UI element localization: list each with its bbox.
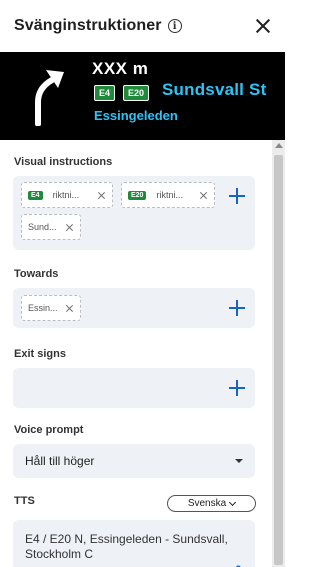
chip-shield: E4 bbox=[28, 190, 43, 200]
preview-shields: E4 E20 bbox=[94, 85, 150, 101]
form-scroll-area: Visual instructions E4 riktni... E20 rik… bbox=[0, 140, 285, 567]
tts-text: E4 / E20 N, Essingeleden - Sundsvall, St… bbox=[25, 532, 228, 561]
add-exit-sign-icon[interactable] bbox=[229, 380, 245, 396]
towards-chip[interactable]: Essin... bbox=[21, 295, 81, 321]
tts-language-value: Svenska bbox=[187, 498, 227, 509]
visual-instructions-label: Visual instructions bbox=[14, 156, 113, 168]
chip-text: riktni... bbox=[52, 190, 80, 200]
scroll-up-icon[interactable] bbox=[274, 143, 283, 148]
visual-instruction-chip[interactable]: Sund... bbox=[21, 214, 81, 240]
panel-header: Svänginstruktioner i bbox=[0, 0, 285, 52]
remove-chip-icon[interactable] bbox=[97, 191, 106, 200]
chip-shield: E20 bbox=[128, 190, 147, 200]
exit-signs-box bbox=[13, 368, 255, 408]
towards-box: Essin... bbox=[13, 288, 255, 328]
scrollbar[interactable] bbox=[272, 140, 285, 567]
chevron-down-icon bbox=[235, 459, 243, 463]
voice-prompt-value: Håll till höger bbox=[25, 454, 95, 468]
preview-shield-e20: E20 bbox=[123, 85, 150, 101]
chip-text: Essin... bbox=[28, 303, 58, 313]
turn-right-arrow-icon bbox=[35, 70, 64, 126]
voice-prompt-label: Voice prompt bbox=[14, 424, 84, 436]
visual-instruction-chip[interactable]: E20 riktni... bbox=[121, 182, 215, 208]
scrollbar-thumb[interactable] bbox=[274, 155, 283, 565]
voice-prompt-select[interactable]: Håll till höger bbox=[13, 444, 255, 478]
close-icon[interactable] bbox=[253, 16, 273, 36]
remove-chip-icon[interactable] bbox=[65, 304, 74, 313]
exit-signs-label: Exit signs bbox=[14, 348, 66, 360]
add-towards-icon[interactable] bbox=[229, 300, 245, 316]
preview-towards: Essingeleden bbox=[94, 108, 178, 123]
remove-chip-icon[interactable] bbox=[65, 223, 74, 232]
add-visual-instruction-icon[interactable] bbox=[229, 188, 245, 204]
chevron-down-icon bbox=[229, 498, 237, 506]
preview-destination: Sundsvall St bbox=[162, 80, 267, 99]
tts-language-select[interactable]: Svenska bbox=[167, 495, 256, 512]
tts-text-field[interactable]: E4 / E20 N, Essingeleden - Sundsvall, St… bbox=[13, 520, 255, 567]
panel-title: Svänginstruktioner bbox=[14, 17, 162, 34]
chip-text: Sund... bbox=[28, 222, 57, 232]
towards-label: Towards bbox=[14, 268, 59, 280]
preview-shield-e4: E4 bbox=[94, 85, 116, 101]
tts-label: TTS bbox=[14, 495, 35, 507]
visual-instruction-chip[interactable]: E4 riktni... bbox=[21, 182, 113, 208]
visual-instructions-box: E4 riktni... E20 riktni... Sund... bbox=[13, 176, 255, 250]
remove-chip-icon[interactable] bbox=[199, 191, 208, 200]
tts-counter: 0. bbox=[235, 563, 245, 567]
preview-distance: XXX m bbox=[92, 59, 149, 78]
instruction-preview: XXX m E4 E20 Sundsvall St Essingeleden bbox=[0, 52, 285, 140]
chip-text: riktni... bbox=[156, 190, 183, 200]
info-icon[interactable]: i bbox=[167, 19, 182, 33]
